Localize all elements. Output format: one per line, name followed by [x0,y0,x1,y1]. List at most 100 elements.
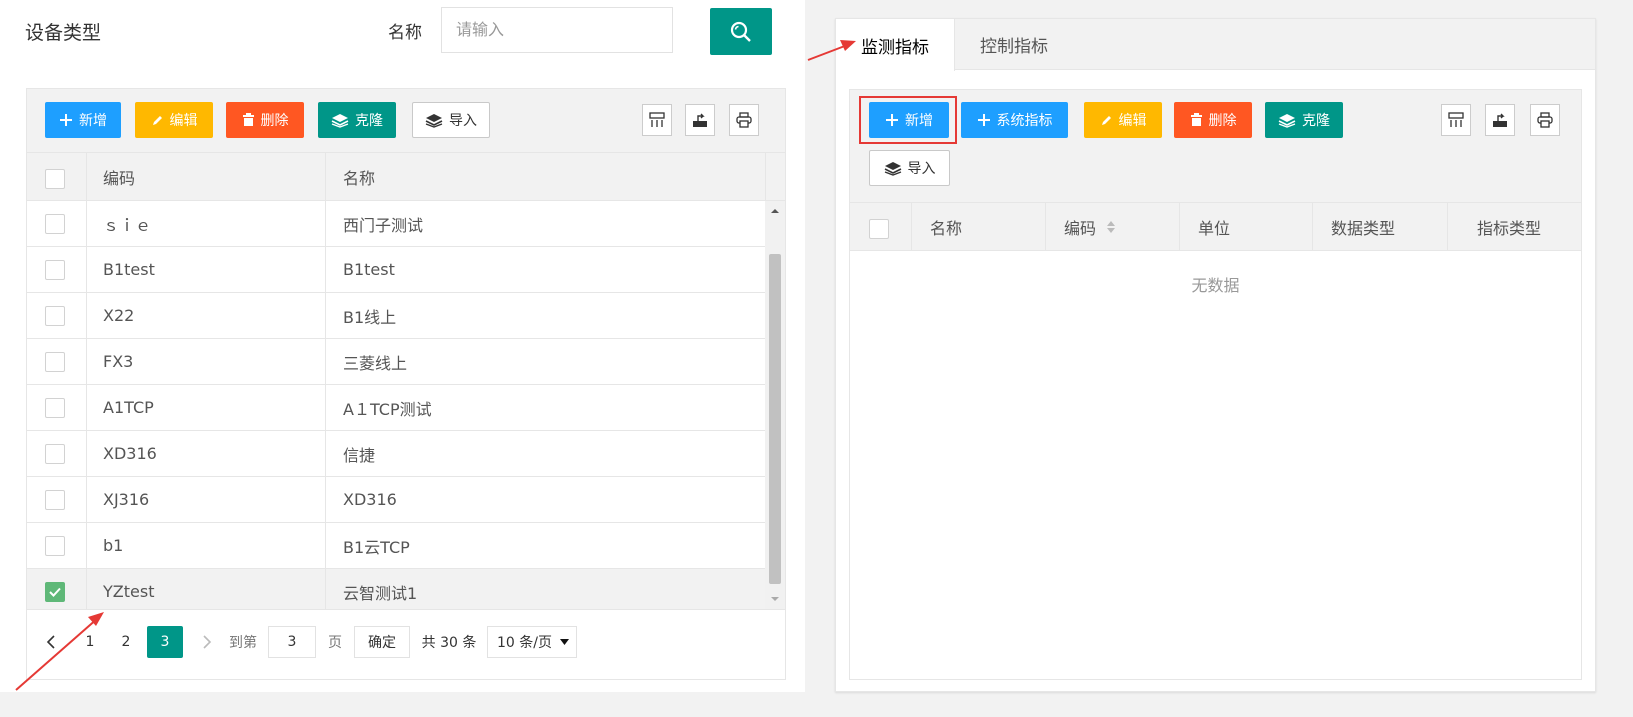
cell-code: ｓｉｅ [103,215,152,235]
cell-code: B1test [103,260,155,279]
edit-button[interactable]: 编辑 [135,102,213,138]
table-body: ｓｉｅ 西门子测试 B1test B1test X22 B1线上 FX3 三菱线上 A1TCP A… [27,201,785,609]
cell-code: YZtest [103,582,155,601]
goto-page-input[interactable]: 3 [268,626,316,658]
goto-label: 到第 [229,635,257,651]
import-indicator-label: 导入 [907,161,936,177]
table-row[interactable]: XJ316 XD316 [27,477,765,523]
column-header-unit: 单位 [1198,218,1231,238]
delete-button[interactable]: 删除 [226,102,304,138]
export-icon [692,112,708,128]
column-header-code[interactable]: 编码 [1064,203,1116,250]
layers-icon [425,113,443,128]
table-scrollbar[interactable] [765,201,785,609]
import-button[interactable]: 导入 [412,102,490,138]
page-size-select[interactable]: 10 条/页 [487,626,577,658]
tab-control-indicators[interactable]: 控制指标 [955,19,1073,70]
search-icon [730,21,752,43]
column-header-indicator-type: 指标类型 [1477,218,1542,238]
table-row[interactable]: ｓｉｅ 西门子测试 [27,201,765,247]
cell-code: XJ316 [103,490,150,509]
scroll-thumb[interactable] [769,254,781,584]
prev-page-button[interactable] [37,626,65,658]
cell-name: A１TCP测试 [343,399,432,419]
cell-code: b1 [103,536,124,555]
caret-down-icon [560,638,569,646]
table-row[interactable]: B1test B1test [27,247,765,293]
print-button[interactable] [729,104,759,136]
trash-icon [242,113,255,127]
indicator-table-header: 名称 编码 单位 数据类型 指标类型 [850,202,1581,251]
select-all-checkbox[interactable] [45,169,65,189]
page-1-button[interactable]: 1 [75,626,105,658]
export-button[interactable] [685,104,715,136]
layers-icon [884,161,902,176]
chevron-right-icon [202,635,212,649]
search-label: 名称 [388,23,422,43]
import-button-label: 导入 [449,113,477,129]
plus-icon [59,113,73,127]
row-checkbox[interactable] [45,398,65,418]
table-row[interactable]: X22 B1线上 [27,293,765,339]
search-input[interactable]: 请输入 [441,7,673,53]
row-checkbox[interactable] [45,582,65,602]
clone-button-label: 克隆 [355,113,383,129]
export-button[interactable] [1485,104,1515,136]
page-3-button[interactable]: 3 [147,626,183,658]
cell-name: B1云TCP [343,537,410,557]
table-row[interactable]: FX3 三菱线上 [27,339,765,385]
cell-name: 西门子测试 [343,215,424,235]
row-checkbox[interactable] [45,490,65,510]
table-row[interactable]: A1TCP A１TCP测试 [27,385,765,431]
column-header-name: 名称 [930,218,963,238]
clone-button[interactable]: 克隆 [318,102,396,138]
column-header-code: 编码 [103,168,136,188]
column-header-data-type: 数据类型 [1331,218,1396,238]
edit-indicator-button[interactable]: 编辑 [1084,102,1162,138]
indicator-panel: 监测指标 控制指标 新增 系统指标 编辑 删除 克隆 导入 名称 编码 单位 数… [835,18,1596,692]
cell-name: 云智测试1 [343,583,418,603]
delete-indicator-button[interactable]: 删除 [1174,102,1252,138]
columns-icon [1448,112,1464,128]
table-row[interactable]: YZtest 云智测试1 [27,569,765,609]
print-button[interactable] [1530,104,1560,136]
page-2-button[interactable]: 2 [111,626,141,658]
empty-state: 无数据 [1191,276,1240,295]
cell-name: B1test [343,260,395,279]
table-row[interactable]: XD316 信捷 [27,431,765,477]
goto-confirm-button[interactable]: 确定 [354,626,410,658]
column-filter-button[interactable] [642,104,672,136]
column-header-name: 名称 [343,168,376,188]
row-checkbox[interactable] [45,352,65,372]
clone-indicator-button[interactable]: 克隆 [1265,102,1343,138]
clone-indicator-label: 克隆 [1302,113,1330,129]
table-header: 编码 名称 [27,152,785,201]
row-checkbox[interactable] [45,536,65,556]
row-checkbox[interactable] [45,214,65,234]
search-button[interactable] [710,8,772,55]
next-page-button[interactable] [193,626,221,658]
cell-code: A1TCP [103,398,154,417]
device-type-panel: 设备类型 名称 请输入 新增 编辑 删除 克隆 导入 编码 名称 ｓｉｅ 西门子… [0,0,805,692]
page-size-value: 10 条/页 [497,635,552,651]
row-checkbox[interactable] [45,306,65,326]
system-indicator-button[interactable]: 系统指标 [961,102,1068,138]
row-checkbox[interactable] [45,260,65,280]
indicator-toolbar: 新增 系统指标 编辑 删除 克隆 导入 [850,90,1581,202]
import-indicator-button[interactable]: 导入 [869,150,950,186]
page-unit-label: 页 [328,635,342,651]
delete-button-label: 删除 [260,113,289,129]
cell-code: FX3 [103,352,134,371]
pagination: 1 2 3 到第 3 页 确定 共 30 条 10 条/页 [27,609,785,679]
add-button[interactable]: 新增 [45,102,121,138]
select-all-checkbox[interactable] [869,219,889,239]
system-indicator-label: 系统指标 [996,113,1053,129]
tab-monitor-indicators[interactable]: 监测指标 [836,19,955,71]
delete-indicator-label: 删除 [1208,113,1237,129]
edit-button-label: 编辑 [169,113,198,129]
row-checkbox[interactable] [45,444,65,464]
plus-icon [977,113,991,127]
table-row[interactable]: b1 B1云TCP [27,523,765,569]
cell-name: 信捷 [343,445,376,465]
column-filter-button[interactable] [1441,104,1471,136]
